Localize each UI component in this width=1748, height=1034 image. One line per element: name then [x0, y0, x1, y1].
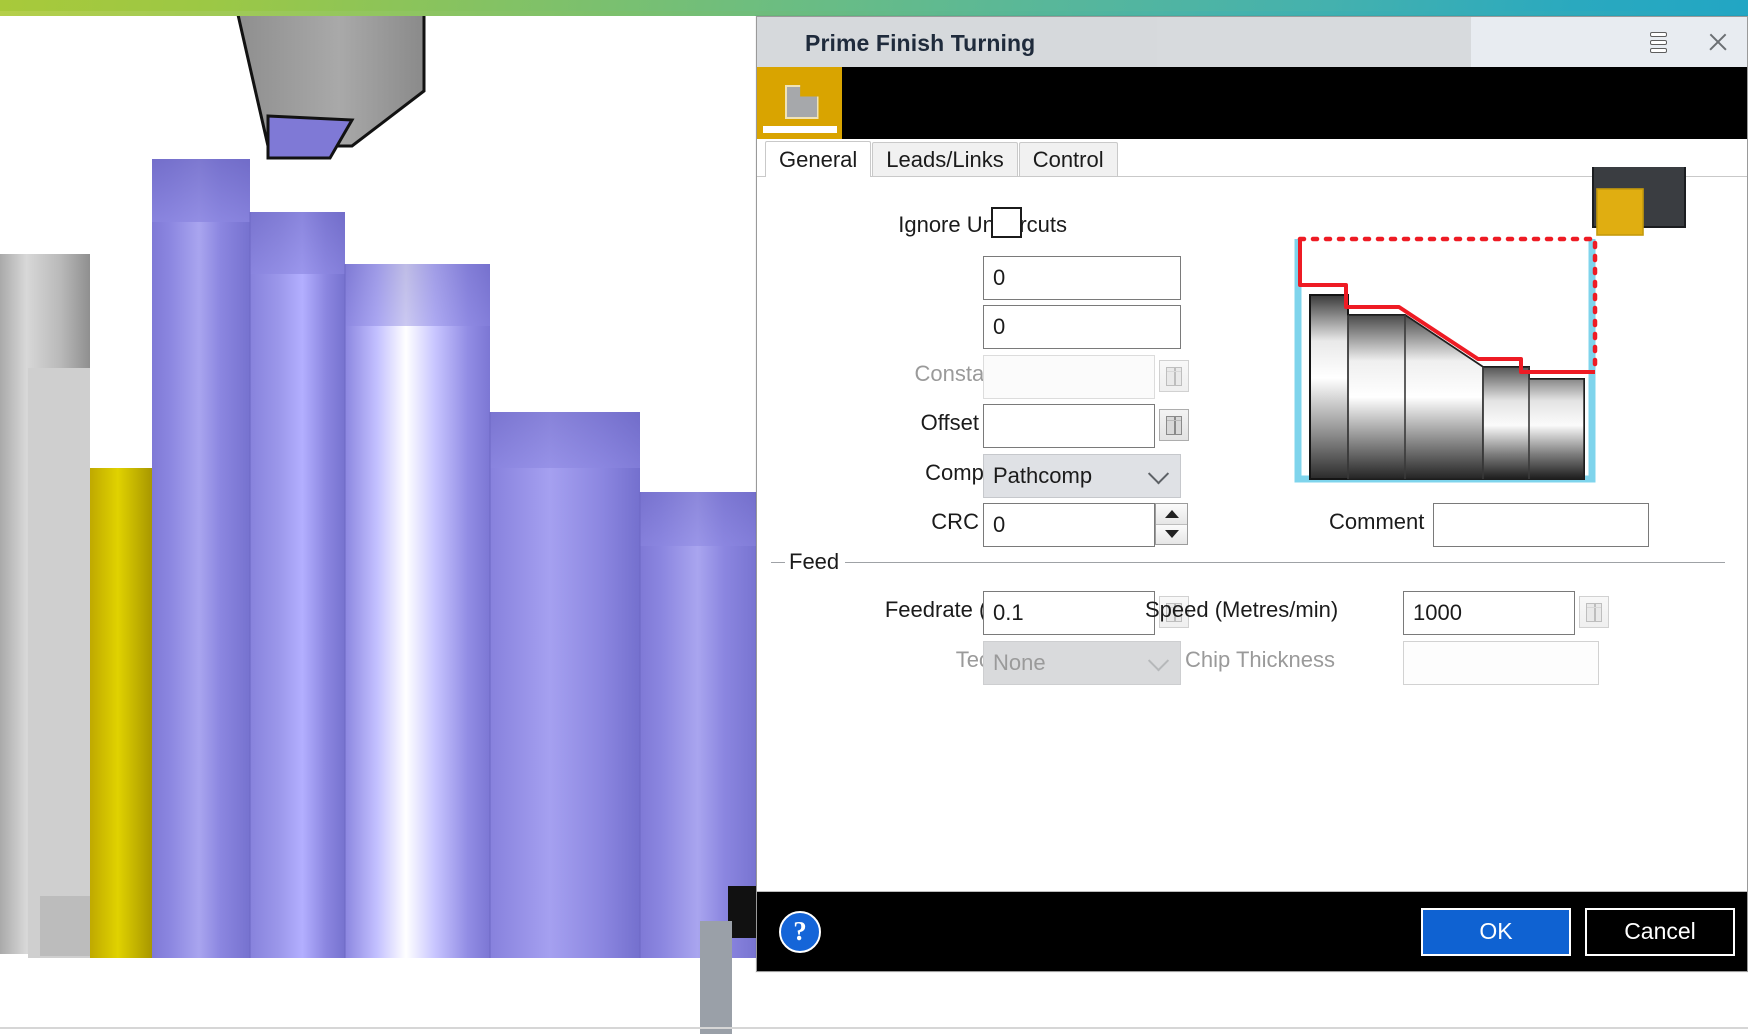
- compensation-select[interactable]: Pathcomp: [983, 454, 1181, 498]
- stack-list-glyph: [1649, 31, 1667, 53]
- dialog-ribbon: [757, 67, 1747, 139]
- chip-thickness-input: [1403, 641, 1599, 685]
- dialog-body: Ignore Undercuts Z Offset 0 X Offset 0 C…: [757, 164, 1747, 891]
- top-gradient-strip: [0, 0, 1748, 16]
- offset-register-input[interactable]: [983, 404, 1155, 448]
- feedrate-input[interactable]: 0.1: [983, 591, 1155, 635]
- stack-list-icon[interactable]: [1641, 25, 1675, 59]
- cancel-button[interactable]: Cancel: [1585, 907, 1735, 956]
- tool-insert: [1596, 188, 1644, 236]
- cutting-insert: [266, 114, 355, 160]
- stepper-up-button[interactable]: [1156, 504, 1187, 525]
- offset-register-table-button[interactable]: [1159, 409, 1189, 441]
- titlebar-buttons: [1641, 17, 1735, 67]
- title-spacer: [1157, 17, 1473, 67]
- chevron-down-icon: [1147, 463, 1170, 485]
- chip-thickness-label: Chip Thickness: [1185, 647, 1335, 672]
- page-tool-icon[interactable]: [757, 67, 843, 139]
- tab-leads-links[interactable]: Leads/Links: [872, 142, 1018, 176]
- feed-group-tick-left: [771, 562, 785, 563]
- active-tool-underline: [763, 126, 837, 133]
- chevron-down-icon: [1147, 650, 1170, 672]
- workpiece-taper: [1347, 314, 1484, 480]
- feed-group-label: Feed: [785, 549, 844, 575]
- comment-input[interactable]: [1433, 503, 1649, 547]
- compensation-value: Pathcomp: [993, 463, 1093, 488]
- tool-post: [700, 921, 732, 1034]
- table-grid-icon: [1166, 415, 1182, 435]
- workpiece-small-dia: [1482, 366, 1585, 480]
- tab-general[interactable]: General: [765, 141, 872, 177]
- crc-register-stepper[interactable]: [1155, 503, 1188, 545]
- dialog-footer: ? OK Cancel: [757, 891, 1747, 971]
- comment-label: Comment: [1329, 509, 1425, 534]
- toolpath-preview-diagram: [1259, 164, 1729, 487]
- dialog-titlebar: Prime Finish Turning: [757, 17, 1747, 67]
- crc-register-input[interactable]: 0: [983, 503, 1155, 547]
- part-step-2: [250, 212, 345, 958]
- ignore-undercuts-checkbox[interactable]: [991, 207, 1022, 238]
- table-grid-icon: [1166, 366, 1182, 386]
- speed-input[interactable]: 1000: [1403, 591, 1575, 635]
- part-step-4: [490, 412, 640, 958]
- part-step-3: [345, 264, 490, 958]
- close-icon: [1707, 31, 1729, 53]
- toolpath-svg: [1294, 164, 1686, 483]
- z-offset-input[interactable]: 0: [983, 256, 1181, 300]
- stepper-down-button[interactable]: [1156, 524, 1187, 544]
- ignore-undercuts-label: Ignore Undercuts: [898, 212, 1067, 237]
- page-glyph-icon: [781, 81, 819, 119]
- speed-table-button[interactable]: [1579, 596, 1609, 628]
- tab-control[interactable]: Control: [1018, 142, 1118, 176]
- caret-up-icon: [1164, 509, 1179, 518]
- screen-root: Prime Finish Turning General Leads/Links…: [0, 0, 1748, 1034]
- speed-label: Speed (Metres/min): [1145, 597, 1339, 622]
- x-offset-input[interactable]: 0: [983, 305, 1181, 349]
- caret-down-icon: [1164, 530, 1179, 539]
- page-title: Prime Finish Turning: [805, 30, 1036, 56]
- feed-group-line: [845, 562, 1725, 563]
- constant-offset-table-button: [1159, 360, 1189, 392]
- table-grid-icon: [1586, 602, 1602, 622]
- close-button[interactable]: [1701, 25, 1735, 59]
- technology-select: None: [983, 641, 1181, 685]
- prime-finish-turning-dialog: Prime Finish Turning General Leads/Links…: [756, 16, 1748, 972]
- ok-button[interactable]: OK: [1421, 907, 1571, 956]
- part-step-1: [152, 159, 250, 958]
- technology-value: None: [993, 650, 1046, 675]
- stock-band: [90, 468, 152, 958]
- help-button[interactable]: ?: [779, 910, 821, 953]
- constant-offset-input: [983, 355, 1155, 399]
